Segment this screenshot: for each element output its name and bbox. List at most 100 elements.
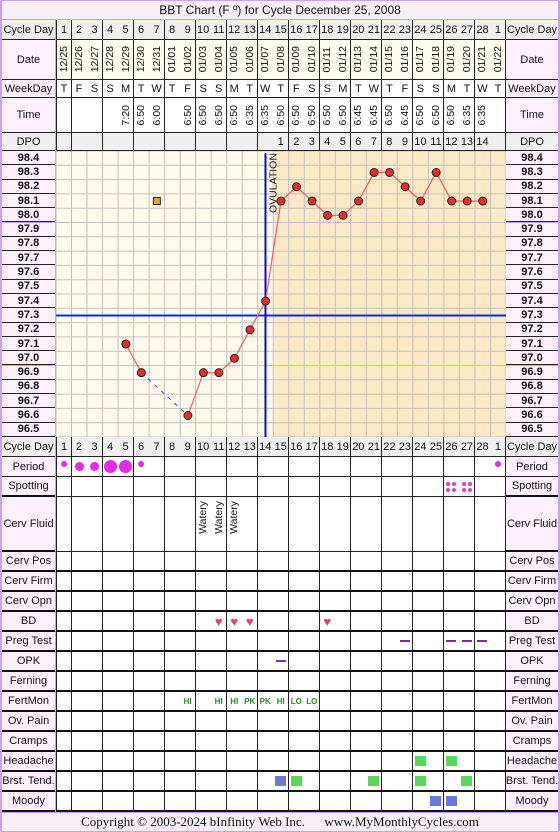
spotting-cell[interactable] xyxy=(195,477,212,497)
fertmon-cell[interactable] xyxy=(335,692,352,712)
ferning-cell[interactable] xyxy=(273,672,290,692)
cramps-cell[interactable] xyxy=(350,732,367,752)
cramps-cell[interactable] xyxy=(195,732,212,752)
preg-test-cell[interactable] xyxy=(397,632,414,652)
preg-test-cell[interactable] xyxy=(149,632,166,652)
cerv-opn-cell[interactable] xyxy=(257,592,274,612)
fertmon-cell[interactable]: HI xyxy=(211,692,228,712)
period-cell[interactable] xyxy=(226,457,243,477)
bd-cell[interactable] xyxy=(459,612,476,632)
moody-cell[interactable] xyxy=(87,792,104,812)
period-cell[interactable] xyxy=(490,457,507,477)
cerv-firm-cell[interactable] xyxy=(319,572,336,592)
period-cell[interactable] xyxy=(164,457,181,477)
cerv-fluid-cell[interactable] xyxy=(118,497,135,552)
spotting-cell[interactable] xyxy=(180,477,197,497)
cerv-pos-cell[interactable] xyxy=(366,552,383,572)
moody-cell[interactable] xyxy=(211,792,228,812)
period-cell[interactable] xyxy=(242,457,259,477)
spotting-cell[interactable] xyxy=(304,477,321,497)
period-cell[interactable] xyxy=(397,457,414,477)
preg-test-cell[interactable] xyxy=(288,632,305,652)
ferning-cell[interactable] xyxy=(397,672,414,692)
moody-cell[interactable] xyxy=(273,792,290,812)
ferning-cell[interactable] xyxy=(87,672,104,692)
opk-cell[interactable] xyxy=(56,652,73,672)
preg-test-cell[interactable] xyxy=(459,632,476,652)
headache-cell[interactable] xyxy=(195,752,212,772)
ferning-cell[interactable] xyxy=(381,672,398,692)
preg-test-cell[interactable] xyxy=(211,632,228,652)
cerv-fluid-cell[interactable] xyxy=(273,497,290,552)
headache-cell[interactable] xyxy=(474,752,491,772)
opk-cell[interactable] xyxy=(211,652,228,672)
brst-tend-cell[interactable] xyxy=(443,772,460,792)
ov-pain-cell[interactable] xyxy=(288,712,305,732)
cerv-firm-cell[interactable] xyxy=(226,572,243,592)
cerv-firm-cell[interactable] xyxy=(443,572,460,592)
moody-cell[interactable] xyxy=(459,792,476,812)
period-cell[interactable] xyxy=(319,457,336,477)
headache-cell[interactable] xyxy=(226,752,243,772)
period-cell[interactable] xyxy=(412,457,429,477)
cerv-pos-cell[interactable] xyxy=(87,552,104,572)
opk-cell[interactable] xyxy=(180,652,197,672)
cramps-cell[interactable] xyxy=(381,732,398,752)
cramps-cell[interactable] xyxy=(428,732,445,752)
opk-cell[interactable] xyxy=(257,652,274,672)
headache-cell[interactable] xyxy=(56,752,73,772)
headache-cell[interactable] xyxy=(257,752,274,772)
moody-cell[interactable] xyxy=(164,792,181,812)
preg-test-cell[interactable] xyxy=(257,632,274,652)
moody-cell[interactable] xyxy=(443,792,460,812)
opk-cell[interactable] xyxy=(397,652,414,672)
moody-cell[interactable] xyxy=(56,792,73,812)
moody-cell[interactable] xyxy=(195,792,212,812)
moody-cell[interactable] xyxy=(149,792,166,812)
bd-cell[interactable] xyxy=(443,612,460,632)
cerv-firm-cell[interactable] xyxy=(133,572,150,592)
cerv-opn-cell[interactable] xyxy=(211,592,228,612)
ov-pain-cell[interactable] xyxy=(273,712,290,732)
ov-pain-cell[interactable] xyxy=(428,712,445,732)
bd-cell[interactable] xyxy=(288,612,305,632)
spotting-cell[interactable] xyxy=(133,477,150,497)
spotting-cell[interactable] xyxy=(242,477,259,497)
brst-tend-cell[interactable] xyxy=(56,772,73,792)
period-cell[interactable] xyxy=(87,457,104,477)
brst-tend-cell[interactable] xyxy=(149,772,166,792)
moody-cell[interactable] xyxy=(304,792,321,812)
fertmon-cell[interactable]: LO xyxy=(288,692,305,712)
ferning-cell[interactable] xyxy=(164,672,181,692)
period-cell[interactable] xyxy=(428,457,445,477)
ov-pain-cell[interactable] xyxy=(102,712,119,732)
fertmon-cell[interactable] xyxy=(87,692,104,712)
cerv-pos-cell[interactable] xyxy=(428,552,445,572)
fertmon-cell[interactable]: HI xyxy=(180,692,197,712)
cerv-firm-cell[interactable] xyxy=(195,572,212,592)
cerv-firm-cell[interactable] xyxy=(149,572,166,592)
period-cell[interactable] xyxy=(459,457,476,477)
preg-test-cell[interactable] xyxy=(366,632,383,652)
opk-cell[interactable] xyxy=(459,652,476,672)
bd-cell[interactable] xyxy=(335,612,352,632)
cerv-fluid-cell[interactable] xyxy=(71,497,88,552)
cerv-pos-cell[interactable] xyxy=(304,552,321,572)
ferning-cell[interactable] xyxy=(118,672,135,692)
opk-cell[interactable] xyxy=(319,652,336,672)
bd-cell[interactable] xyxy=(304,612,321,632)
cerv-opn-cell[interactable] xyxy=(459,592,476,612)
opk-cell[interactable] xyxy=(412,652,429,672)
spotting-cell[interactable] xyxy=(412,477,429,497)
fertmon-cell[interactable] xyxy=(350,692,367,712)
opk-cell[interactable] xyxy=(381,652,398,672)
cramps-cell[interactable] xyxy=(443,732,460,752)
bd-cell[interactable] xyxy=(87,612,104,632)
cramps-cell[interactable] xyxy=(366,732,383,752)
preg-test-cell[interactable] xyxy=(273,632,290,652)
spotting-cell[interactable] xyxy=(71,477,88,497)
ferning-cell[interactable] xyxy=(459,672,476,692)
cerv-fluid-cell[interactable] xyxy=(490,497,507,552)
cerv-firm-cell[interactable] xyxy=(71,572,88,592)
fertmon-cell[interactable] xyxy=(459,692,476,712)
